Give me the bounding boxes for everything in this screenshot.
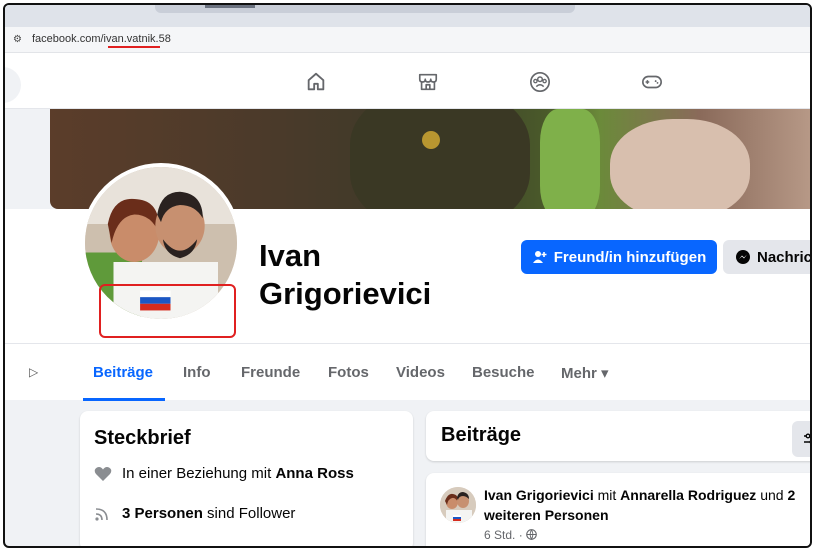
home-icon[interactable] (305, 71, 327, 93)
heart-icon (94, 466, 112, 481)
relationship-prefix: In einer Beziehung mit (122, 465, 272, 482)
add-friend-icon (532, 251, 547, 263)
profile-name-line1: Ivan (259, 238, 322, 273)
marketplace-icon[interactable] (417, 71, 439, 93)
browser-window: ⚙ facebook.com/ivan.vatnik.58 Ivan Grigo… (3, 3, 812, 548)
with-text: mit (597, 487, 617, 503)
tab-besuche[interactable]: Besuche (472, 364, 535, 381)
profile-tabs: Beiträge Info Freunde Fotos Videos Besuc… (5, 343, 810, 401)
groups-icon[interactable] (529, 71, 551, 93)
relationship-row: In einer Beziehung mit Anna Ross (94, 465, 354, 482)
relationship-text: In einer Beziehung mit Anna Ross (122, 465, 354, 482)
tab-beitraege[interactable]: Beiträge (93, 364, 153, 381)
tab-mehr[interactable]: Mehr ▾ (561, 364, 609, 382)
filter-icon (804, 433, 810, 444)
globe-icon (526, 529, 537, 540)
address-bar[interactable]: ⚙ facebook.com/ivan.vatnik.58 (5, 27, 810, 53)
profile-name: Ivan Grigorievici (259, 237, 431, 313)
tab-fotos[interactable]: Fotos (328, 364, 369, 381)
avatar-photo (440, 487, 476, 523)
post-author-avatar[interactable] (440, 487, 476, 523)
post-timestamp[interactable]: 6 Std. · (484, 528, 523, 542)
filter-button[interactable] (792, 421, 810, 457)
partner-link[interactable]: Anna Ross (275, 465, 353, 482)
posts-title: Beiträge (441, 424, 522, 446)
tab-freunde[interactable]: Freunde (241, 364, 300, 381)
messenger-icon (736, 250, 750, 264)
profile-name-line2: Grigorievici (259, 276, 432, 311)
active-tab-indicator (83, 398, 165, 401)
url-annotation-underline (108, 46, 160, 48)
posts-header-card: Beiträge (426, 411, 810, 461)
post-author-link[interactable]: Ivan Grigorievici (484, 487, 594, 503)
url-handle: ivan.vatnik.58 (103, 33, 171, 45)
message-label: Nachrich (757, 248, 812, 266)
cover-shape (350, 109, 530, 209)
cover-shape (540, 109, 600, 209)
add-friend-label: Freund/in hinzufügen (553, 248, 707, 266)
tab-info[interactable]: Info (183, 364, 211, 381)
followers-suffix: sind Follower (207, 505, 296, 522)
post-card: Ivan Grigorievici mit Annarella Rodrigue… (426, 473, 810, 546)
facebook-top-nav (5, 53, 810, 109)
intro-card: Steckbrief In einer Beziehung mit Anna R… (80, 411, 413, 546)
url-domain: facebook.com/ (32, 33, 104, 45)
tab-videos[interactable]: Videos (396, 364, 445, 381)
intro-title: Steckbrief (94, 427, 191, 449)
tagged-person-link[interactable]: Annarella Rodriguez (620, 487, 756, 503)
add-friend-button[interactable]: Freund/in hinzufügen (521, 240, 717, 274)
cover-shape (422, 131, 440, 149)
gaming-icon[interactable] (641, 71, 663, 93)
followers-text: 3 Personen sind Follower (122, 505, 295, 522)
mouse-cursor-icon: ▷ (29, 365, 39, 379)
post-header-text: Ivan Grigorievici mit Annarella Rodrigue… (484, 485, 810, 525)
flag-annotation-box (99, 284, 236, 338)
post-meta: 6 Std. · (484, 528, 537, 542)
message-button[interactable]: Nachrich (723, 240, 812, 274)
browser-tabstrip (5, 5, 810, 27)
site-info-icon[interactable]: ⚙ (13, 34, 25, 46)
tab-indicator (205, 5, 255, 8)
and-text: und (760, 487, 784, 503)
followers-link[interactable]: 3 Personen (122, 505, 203, 522)
url-text: facebook.com/ivan.vatnik.58 (32, 33, 171, 45)
rss-icon (95, 507, 108, 521)
cover-shape (610, 119, 750, 209)
followers-row: 3 Personen sind Follower (94, 505, 295, 522)
